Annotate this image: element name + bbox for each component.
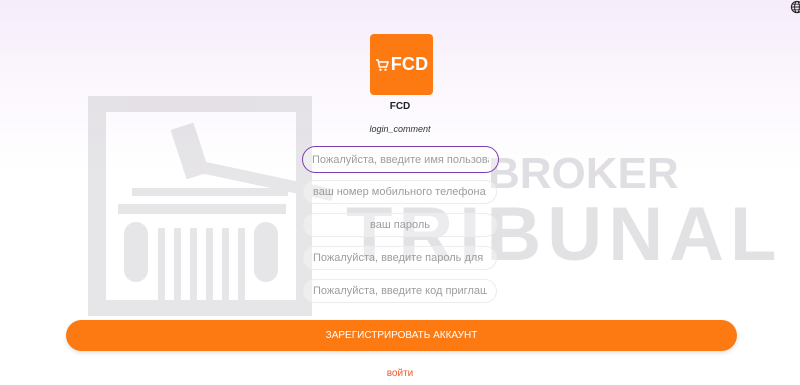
globe-icon[interactable] (790, 0, 800, 14)
login-link[interactable]: войти (0, 368, 800, 379)
username-input[interactable] (302, 146, 499, 173)
phone-input[interactable] (303, 180, 497, 204)
password-input[interactable] (303, 213, 497, 237)
watermark-line1: BROKER (488, 149, 679, 198)
confirm-password-input[interactable] (303, 246, 497, 270)
register-button[interactable]: ЗАРЕГИСТРИРОВАТЬ АККАУНТ (66, 320, 737, 351)
invite-code-input[interactable] (303, 279, 497, 303)
login-comment: login_comment (369, 124, 431, 134)
app-logo: FCD (370, 34, 433, 95)
app-name: FCD (389, 101, 411, 112)
cart-icon (375, 58, 389, 71)
logo-text: FCD (390, 54, 429, 74)
